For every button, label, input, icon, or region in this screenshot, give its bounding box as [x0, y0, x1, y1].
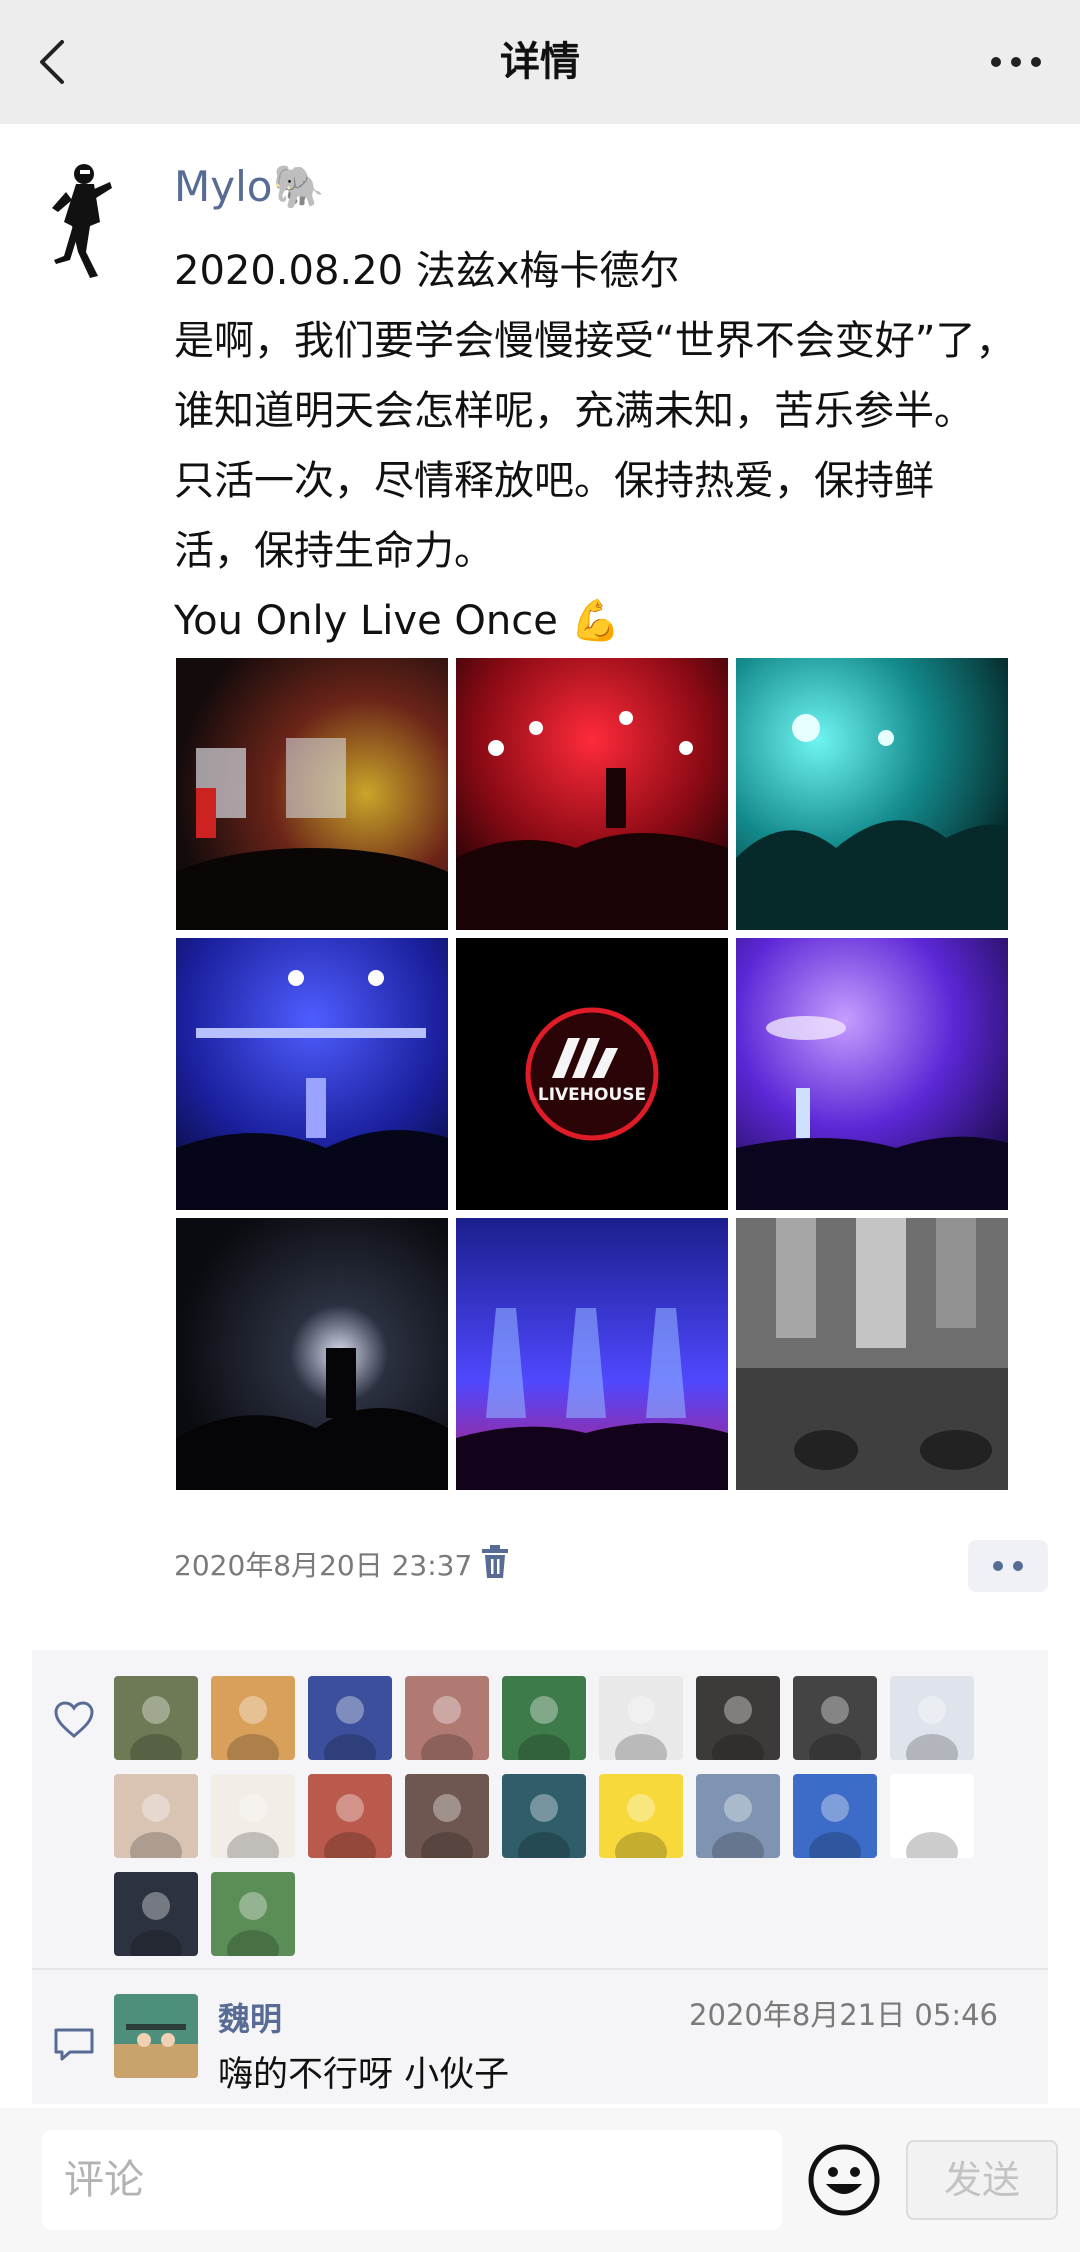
post-line: 谁知道明天会怎样呢，充满未知，苦乐参半。 [174, 388, 974, 434]
livehouse-logo-text: LIVEHOUSE [538, 1085, 646, 1105]
commenter-avatar[interactable] [114, 1994, 198, 2078]
post-line: You Only Live Once 💪 [174, 598, 621, 644]
photo-cyan-lights-crowd[interactable] [736, 658, 1008, 930]
comment-time: 2020年8月21日 05:46 [689, 1998, 998, 2032]
like-avatar[interactable] [211, 1676, 295, 1760]
more-dot [1011, 57, 1021, 67]
comment-bubble-icon [52, 2024, 96, 2064]
like-avatar[interactable] [793, 1774, 877, 1858]
like-avatar[interactable] [502, 1774, 586, 1858]
comment-text[interactable]: 嗨的不行呀 小伙子 [218, 2046, 509, 2097]
like-avatar[interactable] [114, 1774, 198, 1858]
photo-blue-stage-performer[interactable] [176, 938, 448, 1210]
post-timestamp: 2020年8月20日 23:37 [174, 1549, 473, 1582]
post-line: 活，保持生命力。 [174, 528, 494, 574]
like-avatar[interactable] [308, 1774, 392, 1858]
like-avatar[interactable] [696, 1774, 780, 1858]
smiley-icon [808, 2144, 880, 2216]
photo-stage-red-yellow-lights[interactable] [176, 658, 448, 930]
more-button[interactable] [980, 32, 1052, 92]
like-avatar[interactable] [211, 1872, 295, 1956]
like-avatar[interactable] [114, 1872, 198, 1956]
delete-button[interactable] [478, 1544, 512, 1580]
page-title: 详情 [500, 39, 580, 85]
comment-input[interactable]: 评论 [42, 2130, 782, 2230]
photo-purple-stage-band[interactable] [736, 938, 1008, 1210]
author-avatar[interactable] [44, 152, 156, 284]
like-avatar[interactable] [308, 1676, 392, 1760]
post-line: 是啊，我们要学会慢慢接受“世界不会变好”了， [174, 318, 1016, 364]
photo-dark-stage-silhouette[interactable] [176, 1218, 448, 1490]
send-button[interactable]: 发送 [906, 2140, 1058, 2220]
photo-grid: LIVEHOUSE [176, 658, 1008, 1490]
like-avatars [114, 1676, 994, 1956]
post-line: 只活一次，尽情释放吧。保持热爱，保持鲜 [174, 458, 934, 504]
like-avatar[interactable] [793, 1676, 877, 1760]
like-avatar[interactable] [696, 1676, 780, 1760]
like-comment-menu-button[interactable] [968, 1540, 1048, 1592]
commenter-name[interactable]: 魏明 [218, 1994, 282, 2040]
more-dots-icon [991, 57, 1001, 67]
like-avatar[interactable] [890, 1774, 974, 1858]
author-name[interactable]: Mylo🐘 [174, 162, 325, 212]
like-avatar[interactable] [599, 1676, 683, 1760]
post-text: 2020.08.20 法兹x梅卡德尔 是啊，我们要学会慢慢接受“世界不会变好”了… [174, 236, 1044, 656]
like-avatar[interactable] [114, 1676, 198, 1760]
trash-icon [482, 1545, 508, 1578]
menu-dot [1013, 1561, 1023, 1571]
photo-dance-floor-feet[interactable] [736, 1218, 1008, 1490]
menu-dot [993, 1561, 1003, 1571]
like-avatar[interactable] [502, 1676, 586, 1760]
like-avatar[interactable] [890, 1676, 974, 1760]
like-avatar[interactable] [405, 1774, 489, 1858]
heart-outline-icon [52, 1700, 96, 1740]
like-avatar[interactable] [405, 1676, 489, 1760]
photo-blue-beams-crowd[interactable] [456, 1218, 728, 1490]
photo-red-lights-crowd[interactable] [456, 658, 728, 930]
photo-livehouse-logo[interactable]: LIVEHOUSE [456, 938, 728, 1210]
post-line: 2020.08.20 法兹x梅卡德尔 [174, 248, 680, 294]
emoji-button[interactable] [806, 2142, 882, 2218]
like-avatar[interactable] [211, 1774, 295, 1858]
like-avatar[interactable] [599, 1774, 683, 1858]
more-dot [1031, 57, 1041, 67]
